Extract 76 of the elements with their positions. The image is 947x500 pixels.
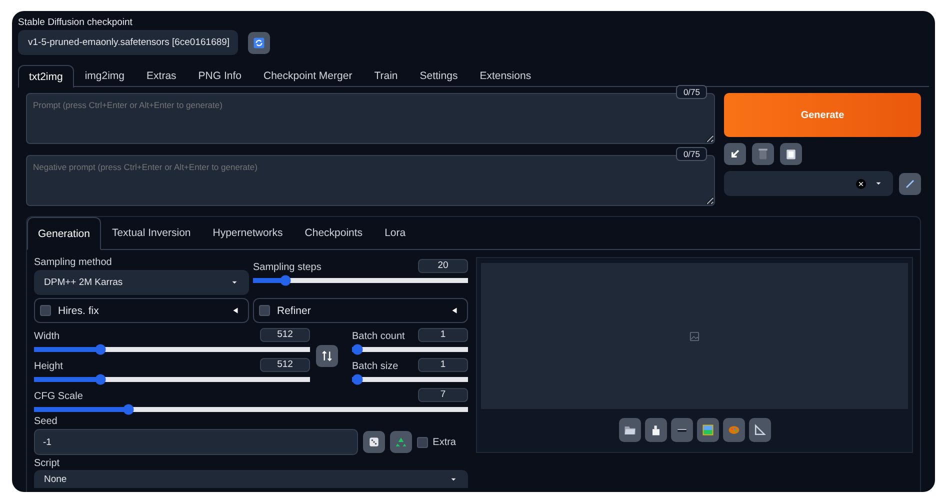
slider-fill[interactable]: [34, 374, 106, 385]
slider-label: CFG Scale: [34, 391, 83, 402]
tab[interactable]: Train: [363, 65, 409, 87]
number-field[interactable]: 7: [418, 388, 468, 402]
save-button[interactable]: [644, 418, 666, 442]
slider-fill[interactable]: [34, 404, 134, 415]
image-icon: [700, 423, 714, 437]
image-placeholder-icon: [689, 330, 700, 342]
field-label: Script: [34, 458, 61, 469]
collapse-icon: [450, 306, 459, 315]
refresh-icon: [252, 36, 266, 50]
tab[interactable]: Hypernetworks: [202, 217, 294, 249]
slider-label: Width: [34, 331, 60, 342]
tab[interactable]: Checkpoint Merger: [252, 65, 364, 87]
tab[interactable]: Textual Inversion: [100, 217, 202, 249]
script-dropdown[interactable]: None: [34, 470, 468, 488]
checkbox-label: Extra: [432, 436, 456, 448]
dice-icon: [366, 435, 381, 449]
tab[interactable]: txt2img: [18, 65, 74, 88]
number-field[interactable]: 20: [418, 259, 468, 273]
tab[interactable]: Checkpoints: [294, 217, 374, 249]
random-seed-button[interactable]: [362, 431, 385, 453]
slider-fill[interactable]: [34, 344, 106, 355]
accordion-header[interactable]: Hires. fix: [34, 298, 249, 323]
send-inpaint-button[interactable]: [722, 418, 744, 442]
accordion-label: Hires. fix: [58, 304, 100, 316]
slider-label: Batch size: [352, 361, 398, 372]
collapse-icon: [231, 306, 240, 315]
seed-field[interactable]: -1: [34, 429, 358, 455]
send-image-button[interactable]: [696, 418, 718, 442]
tab[interactable]: Lora: [374, 217, 417, 249]
refresh-button[interactable]: [248, 32, 270, 54]
trash-icon: [756, 147, 770, 161]
swap-dimensions-button[interactable]: [316, 345, 338, 367]
number-field[interactable]: 1: [418, 328, 468, 342]
tab[interactable]: img2img: [74, 65, 136, 87]
checkbox[interactable]: [40, 305, 51, 316]
tab[interactable]: Extras: [136, 65, 188, 87]
trash-button[interactable]: [752, 143, 774, 165]
slider-label: Batch count: [352, 331, 405, 342]
ruler-icon: [752, 423, 766, 437]
number-field[interactable]: 512: [260, 328, 310, 342]
field-label: Sampling method: [34, 257, 113, 268]
slider-fill[interactable]: [253, 275, 291, 286]
slider-label: Height: [34, 361, 63, 372]
slider[interactable]: [352, 374, 468, 385]
tab[interactable]: Generation: [27, 217, 101, 250]
accordion-header[interactable]: Refiner: [253, 298, 468, 323]
clipboard-icon: [784, 147, 798, 161]
slider-fill[interactable]: [352, 374, 363, 385]
checkbox[interactable]: [416, 436, 428, 448]
accordion-label: Refiner: [277, 304, 312, 316]
tab[interactable]: Extensions: [468, 65, 542, 87]
checkbox[interactable]: [259, 305, 270, 316]
field-label: Seed: [34, 416, 58, 427]
checkpoint-dropdown[interactable]: v1-5-pruned-emaonly.safetensors [6ce0161689]: [18, 30, 238, 55]
clear-icon: [858, 180, 864, 186]
slider-fill[interactable]: [352, 344, 363, 355]
field-label: Stable Diffusion checkpoint: [18, 17, 134, 28]
palette-icon: [726, 423, 740, 437]
number-field[interactable]: 1: [418, 358, 468, 372]
paste-button[interactable]: [780, 143, 802, 165]
slider[interactable]: [352, 344, 468, 355]
tab[interactable]: Settings: [408, 65, 469, 87]
token-counter: 0/75: [676, 147, 707, 161]
edit-styles-button[interactable]: [899, 172, 921, 194]
number-field[interactable]: 512: [260, 358, 310, 372]
open-folder-button[interactable]: [618, 418, 640, 442]
tab[interactable]: PNG Info: [187, 65, 252, 87]
send-extras-button[interactable]: [748, 418, 770, 442]
token-counter: 0/75: [676, 85, 707, 99]
sampler-dropdown[interactable]: DPM++ 2M Karras: [34, 270, 249, 295]
reuse-seed-button[interactable]: [390, 431, 412, 453]
swap-icon: [320, 349, 334, 363]
slider-label: Sampling steps: [253, 262, 322, 273]
read-params-button[interactable]: [724, 143, 746, 165]
